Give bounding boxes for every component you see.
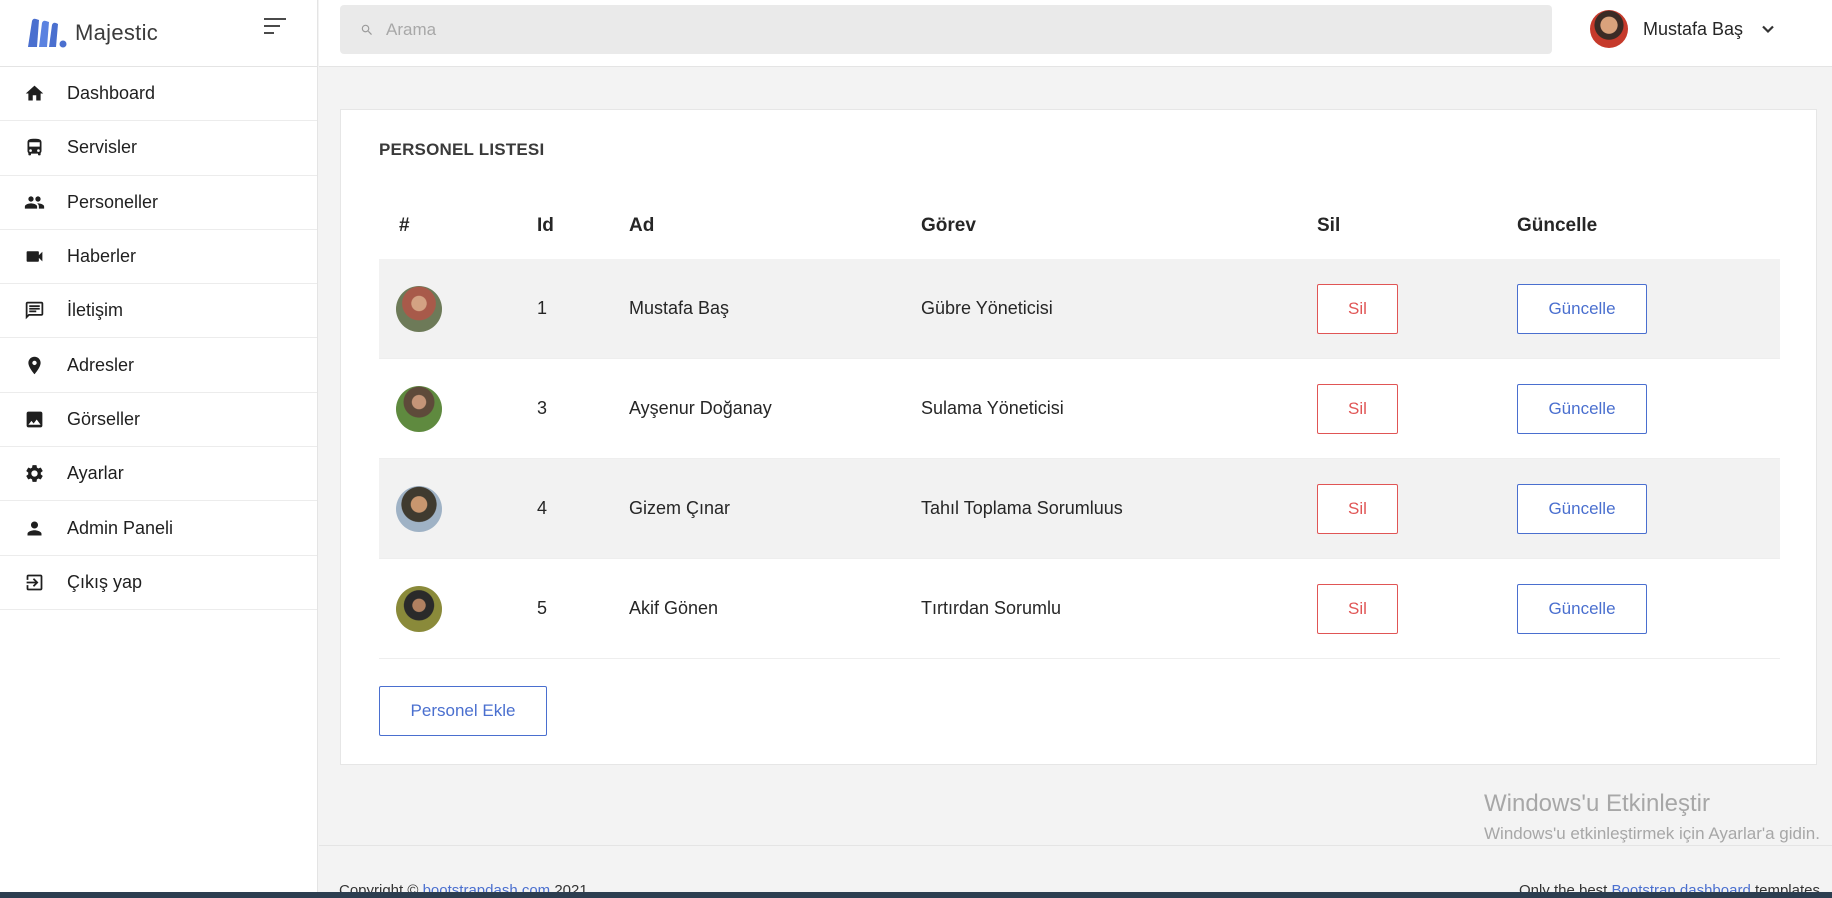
cell-role: Tahıl Toplama Sorumluus [921,498,1123,518]
sidebar-nav: Dashboard Servisler Personeller Haberler… [0,67,317,610]
avatar [1590,10,1628,48]
header-id: Id [537,215,554,236]
sidebar-item-label: Personeller [67,191,159,212]
header-name: Ad [629,215,655,236]
cell-role: Tırtırdan Sorumlu [921,598,1062,618]
cell-id: 5 [537,598,548,618]
card-title: PERSONEL LISTESI [379,140,545,159]
watermark-subtitle: Windows'u etkinleştirmek için Ayarlar'a … [1484,824,1820,843]
sidebar-item-label: Ayarlar [67,463,124,484]
cell-id: 3 [537,398,548,418]
cell-id: 4 [537,498,548,518]
sidebar-item-label: İletişim [67,300,124,321]
add-personnel-button[interactable]: Personel Ekle [379,686,547,736]
sidebar-item-label: Servisler [67,137,138,158]
table-row: 3 Ayşenur Doğanay Sulama Yöneticisi Sil … [379,359,1780,459]
personnel-photo [396,485,442,532]
gear-icon [24,463,45,484]
sidebar: Majestic Dashboard Servisler Personeller… [0,0,318,898]
brand-logo[interactable]: Majestic [26,17,158,49]
delete-button[interactable]: Sil [1317,283,1398,334]
update-button[interactable]: Güncelle [1517,283,1647,334]
menu-toggle-icon[interactable] [264,18,288,40]
personnel-photo [396,385,442,432]
majestic-logo-icon [28,18,67,48]
sidebar-item-admin-paneli[interactable]: Admin Paneli [0,501,317,556]
videocam-icon [24,246,45,267]
update-button[interactable]: Güncelle [1517,383,1647,434]
cell-role: Gübre Yöneticisi [921,298,1053,318]
sidebar-item-dashboard[interactable]: Dashboard [0,67,317,122]
header-index: # [399,215,410,236]
person-icon [24,518,45,539]
delete-button[interactable]: Sil [1317,383,1398,434]
delete-button[interactable]: Sil [1317,483,1398,534]
sidebar-item-personeller[interactable]: Personeller [0,176,317,230]
delete-button[interactable]: Sil [1317,583,1398,634]
logout-icon [24,572,45,593]
windows-activation-watermark: Windows'u Etkinleştir Windows'u etkinleş… [1484,790,1820,844]
sidebar-item-label: Admin Paneli [67,517,174,538]
sidebar-item-gorseller[interactable]: Görseller [0,393,317,448]
sidebar-item-label: Görseller [67,408,141,429]
table-row: 1 Mustafa Baş Gübre Yöneticisi Sil Günce… [379,259,1780,359]
sidebar-item-label: Dashboard [67,83,156,104]
footer: Copyright © bootstrapdash.com 2021 Only … [319,845,1832,898]
watermark-title: Windows'u Etkinleştir [1484,790,1710,817]
topbar: Mustafa Baş [319,0,1832,67]
people-icon [24,192,45,213]
user-name: Mustafa Baş [1643,18,1744,39]
brand: Majestic [0,0,317,67]
sidebar-item-label: Haberler [67,246,137,267]
sidebar-item-label: Adresler [67,354,135,375]
header-delete: Sil [1317,215,1341,236]
location-pin-icon [24,355,45,376]
user-menu[interactable]: Mustafa Baş [1590,10,1775,48]
sidebar-item-iletisim[interactable]: İletişim [0,284,317,339]
header-role: Görev [921,215,976,236]
bus-icon [24,137,45,158]
cell-name: Gizem Çınar [629,498,731,518]
home-icon [24,83,45,104]
cell-name: Ayşenur Doğanay [629,398,772,418]
cell-name: Akif Gönen [629,598,719,618]
taskbar-strip [0,892,1832,898]
sidebar-item-haberler[interactable]: Haberler [0,230,317,285]
sidebar-item-adresler[interactable]: Adresler [0,338,317,393]
sidebar-item-servisler[interactable]: Servisler [0,121,317,176]
cell-role: Sulama Yöneticisi [921,398,1064,418]
sidebar-item-label: Çıkış yap [67,571,143,592]
header-update: Güncelle [1517,215,1598,236]
cell-id: 1 [537,298,548,318]
search-box[interactable] [340,5,1552,54]
table-row: 5 Akif Gönen Tırtırdan Sorumlu Sil Günce… [379,559,1780,659]
image-icon [24,409,45,430]
sidebar-item-ayarlar[interactable]: Ayarlar [0,447,317,502]
brand-name: Majestic [75,20,159,45]
personnel-photo [396,585,442,632]
search-input[interactable] [386,19,1536,40]
personnel-photo [396,285,442,332]
update-button[interactable]: Güncelle [1517,583,1647,634]
search-icon [361,24,372,35]
chevron-down-icon [1761,22,1775,36]
table-row: 4 Gizem Çınar Tahıl Toplama Sorumluus Si… [379,459,1780,559]
update-button[interactable]: Güncelle [1517,483,1647,534]
table-header: # Id Ad Görev Sil Güncelle [379,193,1780,259]
message-icon [24,300,45,321]
personnel-card: PERSONEL LISTESI # Id Ad Görev Sil Günce… [340,109,1817,765]
cell-name: Mustafa Baş [629,298,730,318]
personnel-table: # Id Ad Görev Sil Güncelle 1 Mustafa Baş… [379,193,1780,659]
sidebar-item-cikis-yap[interactable]: Çıkış yap [0,556,317,610]
